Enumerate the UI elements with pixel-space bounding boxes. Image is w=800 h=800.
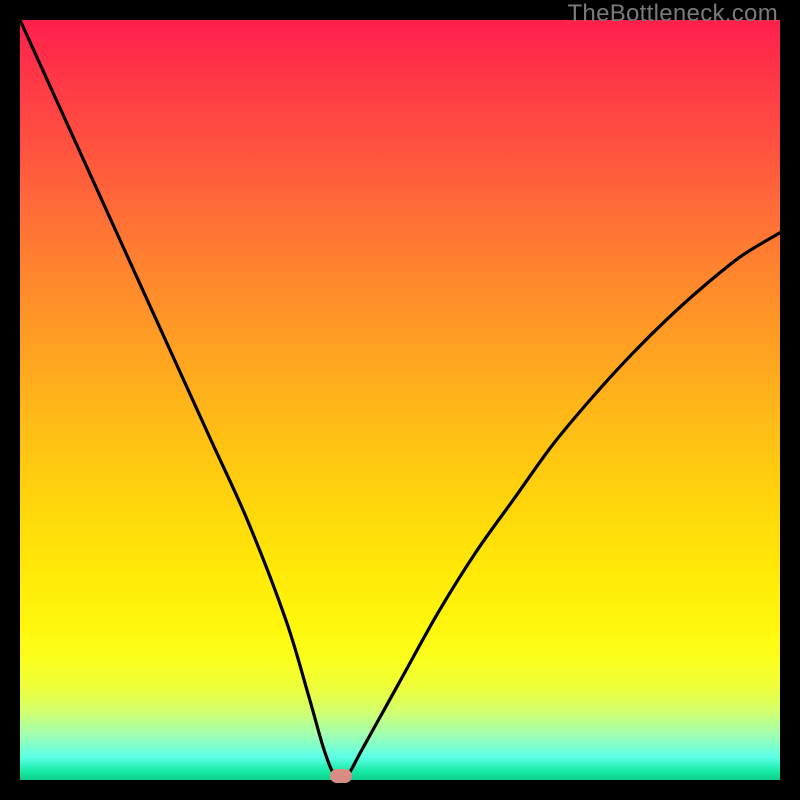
bottleneck-curve — [20, 20, 780, 780]
chart-container: TheBottleneck.com — [0, 0, 800, 800]
watermark-text: TheBottleneck.com — [567, 0, 778, 28]
optimal-point-marker — [330, 769, 352, 783]
